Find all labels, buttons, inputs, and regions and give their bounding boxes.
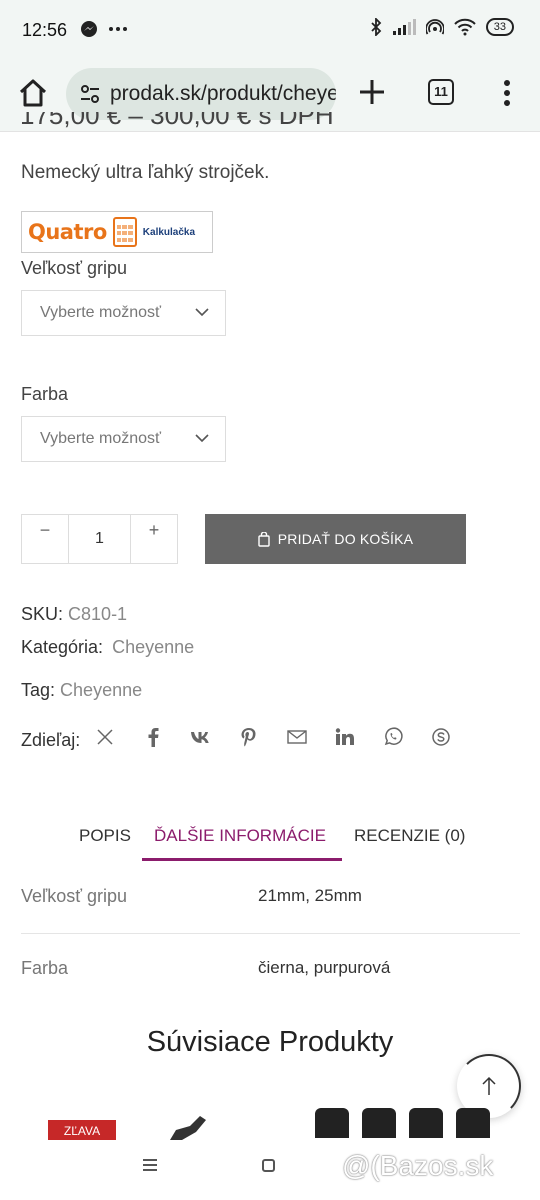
color-select-value: Vyberte možnosť bbox=[40, 430, 162, 447]
calculator-icon bbox=[112, 217, 137, 247]
new-tab-icon[interactable] bbox=[356, 76, 388, 108]
share-row: Zdieľaj: bbox=[21, 722, 478, 751]
watermark: @(Bazos.sk bbox=[342, 1150, 494, 1181]
product-price-text: 175,00 € – 300,00 € s DPH bbox=[20, 112, 334, 130]
product-thumbnail[interactable] bbox=[315, 1108, 349, 1138]
attribute-name: Farba bbox=[21, 958, 69, 978]
vk-icon[interactable] bbox=[190, 726, 212, 748]
email-icon[interactable] bbox=[286, 726, 308, 748]
status-bar: 12:56 33 bbox=[0, 0, 540, 60]
quatro-calculator-banner[interactable]: Quatro Kalkulačka bbox=[21, 211, 213, 253]
more-dots-icon bbox=[109, 27, 127, 31]
product-thumbnail[interactable] bbox=[362, 1108, 396, 1138]
quatro-logo-text: Quatro bbox=[28, 220, 107, 244]
sale-badge: ZĽAVA bbox=[48, 1120, 116, 1140]
bluetooth-icon bbox=[371, 18, 382, 36]
messenger-icon bbox=[81, 21, 97, 37]
facebook-icon[interactable] bbox=[142, 726, 164, 748]
grip-size-select[interactable]: Vyberte možnosť bbox=[21, 290, 226, 336]
product-short-description: Nemecký ultra ľahký strojček. bbox=[21, 162, 270, 183]
product-thumbnail-clipper[interactable] bbox=[166, 1112, 210, 1140]
x-icon[interactable] bbox=[94, 726, 116, 748]
active-tab-indicator bbox=[142, 858, 342, 861]
related-products-heading: Súvisiace Produkty bbox=[146, 1026, 394, 1058]
table-divider bbox=[21, 933, 520, 934]
quantity-stepper: − 1 + bbox=[21, 514, 178, 564]
home-button-icon[interactable] bbox=[262, 1159, 275, 1172]
attribute-value: 21mm, 25mm bbox=[258, 886, 362, 905]
product-thumbnail[interactable] bbox=[409, 1108, 443, 1138]
share-label: Zdieľaj: bbox=[21, 730, 81, 750]
pinterest-icon[interactable] bbox=[238, 726, 260, 748]
chevron-down-icon bbox=[195, 434, 209, 443]
status-notification-icons bbox=[80, 20, 128, 38]
add-to-cart-button[interactable]: PRIDAŤ DO KOŠÍKA bbox=[205, 514, 466, 564]
shopping-bag-icon bbox=[258, 531, 270, 547]
attribute-name: Veľkosť gripu bbox=[21, 886, 128, 906]
grip-size-label: Veľkosť gripu bbox=[21, 258, 128, 278]
url-text: prodak.sk/produkt/cheyenne bbox=[110, 82, 336, 105]
tab-description[interactable]: POPIS bbox=[79, 826, 131, 846]
color-select[interactable]: Vyberte možnosť bbox=[21, 416, 226, 462]
tab-additional-info[interactable]: ĎALŠIE INFORMÁCIE bbox=[154, 826, 326, 846]
tab-switcher-button[interactable]: 11 bbox=[428, 79, 454, 105]
skype-icon[interactable] bbox=[430, 726, 452, 748]
product-category: Kategória: Cheyenne bbox=[21, 637, 194, 658]
status-time: 12:56 bbox=[22, 20, 68, 40]
sku-label: SKU: bbox=[21, 604, 64, 624]
sku-value: C810-1 bbox=[68, 604, 128, 624]
color-label: Farba bbox=[21, 384, 69, 404]
product-thumbnail[interactable] bbox=[456, 1108, 490, 1138]
quantity-decrease-button[interactable]: − bbox=[22, 515, 68, 563]
tab-reviews[interactable]: RECENZIE (0) bbox=[354, 826, 465, 846]
hotspot-icon bbox=[425, 19, 444, 35]
category-label: Kategória: bbox=[21, 637, 104, 657]
more-options-icon[interactable] bbox=[496, 78, 518, 108]
whatsapp-icon[interactable] bbox=[382, 726, 404, 748]
battery-indicator: 33 bbox=[485, 18, 514, 36]
product-sku: SKU: C810-1 bbox=[21, 604, 127, 625]
signal-icon bbox=[392, 19, 416, 35]
product-price: 175,00 € – 300,00 € s DPH bbox=[20, 112, 340, 130]
add-to-cart-label: PRIDAŤ DO KOŠÍKA bbox=[277, 531, 414, 547]
tag-label: Tag: bbox=[21, 680, 56, 700]
product-tag: Tag: Cheyenne bbox=[21, 680, 142, 701]
chevron-down-icon bbox=[195, 308, 209, 317]
grip-size-select-value: Vyberte možnosť bbox=[40, 304, 162, 321]
wifi-icon bbox=[454, 18, 476, 36]
quantity-input[interactable]: 1 bbox=[68, 515, 131, 563]
recent-apps-icon[interactable] bbox=[142, 1158, 158, 1172]
tag-link[interactable]: Cheyenne bbox=[60, 680, 142, 700]
calculator-label: Kalkulačka bbox=[142, 226, 196, 238]
category-link[interactable]: Cheyenne bbox=[112, 637, 194, 657]
product-tabs: POPIS ĎALŠIE INFORMÁCIE RECENZIE (0) bbox=[0, 822, 540, 862]
attribute-value: čierna, purpurová bbox=[258, 958, 391, 977]
home-icon[interactable] bbox=[16, 76, 50, 110]
site-settings-icon[interactable] bbox=[78, 82, 102, 106]
status-system-icons: 33 bbox=[370, 18, 514, 36]
quantity-increase-button[interactable]: + bbox=[131, 515, 177, 563]
linkedin-icon[interactable] bbox=[334, 726, 356, 748]
